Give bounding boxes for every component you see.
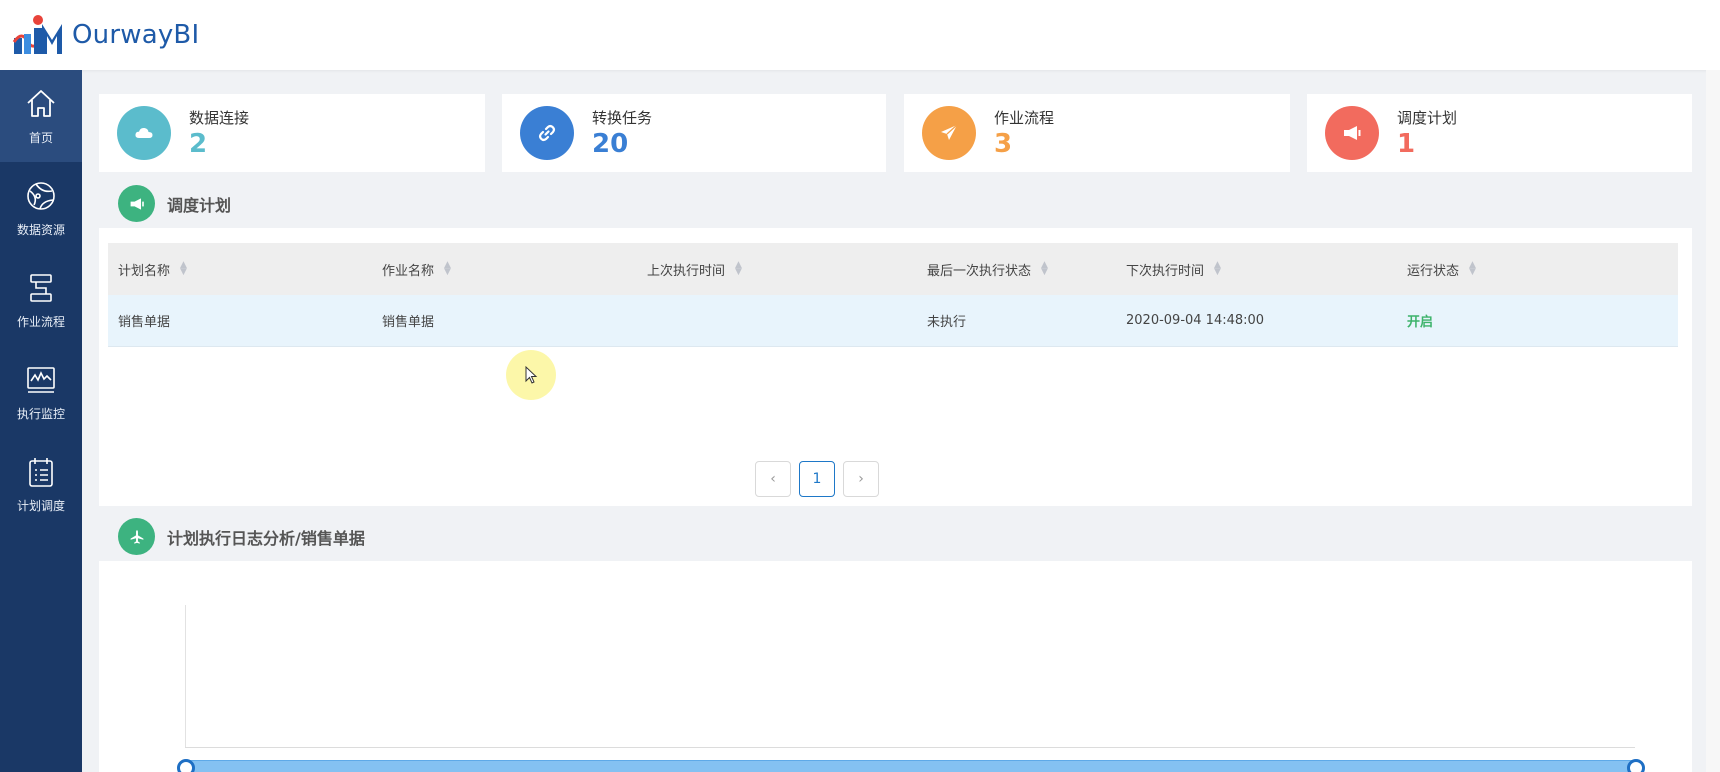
- link-icon: [520, 106, 574, 160]
- stat-card-data-connections[interactable]: 数据连接 2: [99, 94, 485, 172]
- paper-plane-icon: [922, 106, 976, 160]
- sort-icon[interactable]: ▲ ▼: [180, 261, 188, 277]
- monitor-icon: [24, 363, 58, 397]
- stat-label: 作业流程: [994, 109, 1055, 127]
- home-icon: [24, 87, 58, 121]
- stat-value: 1: [1397, 129, 1416, 159]
- chart-y-axis: [185, 605, 186, 748]
- table-header: 计划名称 ▲ ▼ 作业名称 ▲ ▼ 上次执行时间 ▲ ▼ 最后一次执行状态 ▲ ▼ 下次…: [108, 243, 1678, 295]
- sidebar-item-label: 计划调度: [16, 498, 65, 513]
- sidebar-item-data-resources[interactable]: 数据资源: [0, 162, 82, 254]
- stat-value: 2: [189, 129, 208, 159]
- megaphone-icon: [1325, 106, 1379, 160]
- cursor-highlight: [506, 350, 556, 400]
- column-header-last-status[interactable]: 最后一次执行状态 ▲ ▼: [917, 260, 1116, 279]
- schedule-section-title: 调度计划: [167, 195, 232, 215]
- brand[interactable]: OurwayBI: [12, 12, 199, 58]
- log-chart-panel: [99, 561, 1692, 772]
- cloud-icon: [117, 106, 171, 160]
- sort-icon[interactable]: ▲ ▼: [444, 261, 452, 277]
- table-row[interactable]: 销售单据 销售单据 未执行 2020-09-04 14:48:00 开启: [108, 295, 1678, 347]
- column-header-plan-name[interactable]: 计划名称 ▲ ▼: [108, 260, 372, 279]
- sidebar-item-job-flow[interactable]: 作业流程: [0, 254, 82, 346]
- chart-x-axis: [185, 747, 1635, 748]
- sort-icon[interactable]: ▲ ▼: [1469, 261, 1477, 277]
- schedule-table: 计划名称 ▲ ▼ 作业名称 ▲ ▼ 上次执行时间 ▲ ▼ 最后一次执行状态 ▲ ▼ 下次…: [108, 243, 1678, 347]
- stat-card-transform-tasks[interactable]: 转换任务 20: [502, 94, 886, 172]
- top-bar: OurwayBI: [0, 0, 1720, 70]
- log-section-title: 计划执行日志分析/销售单据: [167, 528, 365, 548]
- stat-card-schedule-plans[interactable]: 调度计划 1: [1307, 94, 1692, 172]
- prev-page-button[interactable]: ‹: [755, 461, 791, 497]
- flow-icon: [24, 271, 58, 305]
- chart-zoom-slider[interactable]: [184, 760, 1638, 772]
- stat-label: 转换任务: [592, 109, 653, 127]
- slider-handle-right[interactable]: [1627, 759, 1645, 772]
- sort-icon[interactable]: ▲ ▼: [1214, 261, 1222, 277]
- mouse-cursor-icon: [525, 365, 538, 384]
- column-label: 上次执行时间: [647, 263, 726, 279]
- sidebar: 首页 数据资源 作业流程 执行监控 计划调度: [0, 70, 82, 772]
- sidebar-item-label: 执行监控: [16, 406, 65, 421]
- sidebar-item-plan-schedule[interactable]: 计划调度: [0, 438, 82, 530]
- sidebar-item-execution-monitor[interactable]: 执行监控: [0, 346, 82, 438]
- stat-card-job-flows[interactable]: 作业流程 3: [904, 94, 1290, 172]
- checklist-icon: [24, 455, 58, 489]
- ourwaybi-logo: [12, 15, 62, 54]
- sidebar-item-label: 数据资源: [16, 222, 65, 237]
- cell-job-name: 销售单据: [382, 315, 435, 330]
- sidebar-item-home[interactable]: 首页: [0, 70, 82, 162]
- sort-icon[interactable]: ▲ ▼: [735, 261, 743, 277]
- slider-handle-left[interactable]: [177, 759, 195, 772]
- globe-icon: [24, 179, 58, 213]
- pagination: ‹ 1 ›: [755, 461, 879, 497]
- sidebar-item-label: 作业流程: [16, 314, 65, 329]
- column-label: 运行状态: [1407, 263, 1460, 279]
- log-section-header: 计划执行日志分析/销售单据: [118, 518, 365, 555]
- column-label: 计划名称: [118, 263, 171, 279]
- schedule-section-header: 调度计划: [118, 185, 231, 222]
- column-label: 最后一次执行状态: [927, 263, 1032, 279]
- cell-run-status[interactable]: 开启: [1397, 311, 1678, 330]
- cell-last-status: 未执行: [927, 315, 967, 330]
- cell-next-run: 2020-09-04 14:48:00: [1126, 313, 1265, 328]
- megaphone-icon: [118, 185, 155, 222]
- stat-value: 3: [994, 129, 1013, 159]
- app-title: OurwayBI: [72, 20, 200, 50]
- column-header-next-run[interactable]: 下次执行时间 ▲ ▼: [1116, 260, 1397, 279]
- stat-label: 数据连接: [189, 109, 250, 127]
- cell-plan-name: 销售单据: [118, 315, 171, 330]
- sort-icon[interactable]: ▲ ▼: [1041, 261, 1049, 277]
- column-label: 下次执行时间: [1126, 263, 1205, 279]
- column-label: 作业名称: [382, 263, 435, 279]
- page-1-button[interactable]: 1: [799, 461, 835, 497]
- stat-value: 20: [592, 129, 629, 159]
- column-header-run-status[interactable]: 运行状态 ▲ ▼: [1397, 260, 1678, 279]
- sidebar-item-label: 首页: [28, 130, 53, 145]
- airplane-icon: [118, 518, 155, 555]
- column-header-job-name[interactable]: 作业名称 ▲ ▼: [372, 260, 637, 279]
- next-page-button[interactable]: ›: [843, 461, 879, 497]
- column-header-last-run[interactable]: 上次执行时间 ▲ ▼: [637, 260, 917, 279]
- stat-label: 调度计划: [1397, 109, 1458, 127]
- page-scrollbar[interactable]: [1706, 70, 1720, 772]
